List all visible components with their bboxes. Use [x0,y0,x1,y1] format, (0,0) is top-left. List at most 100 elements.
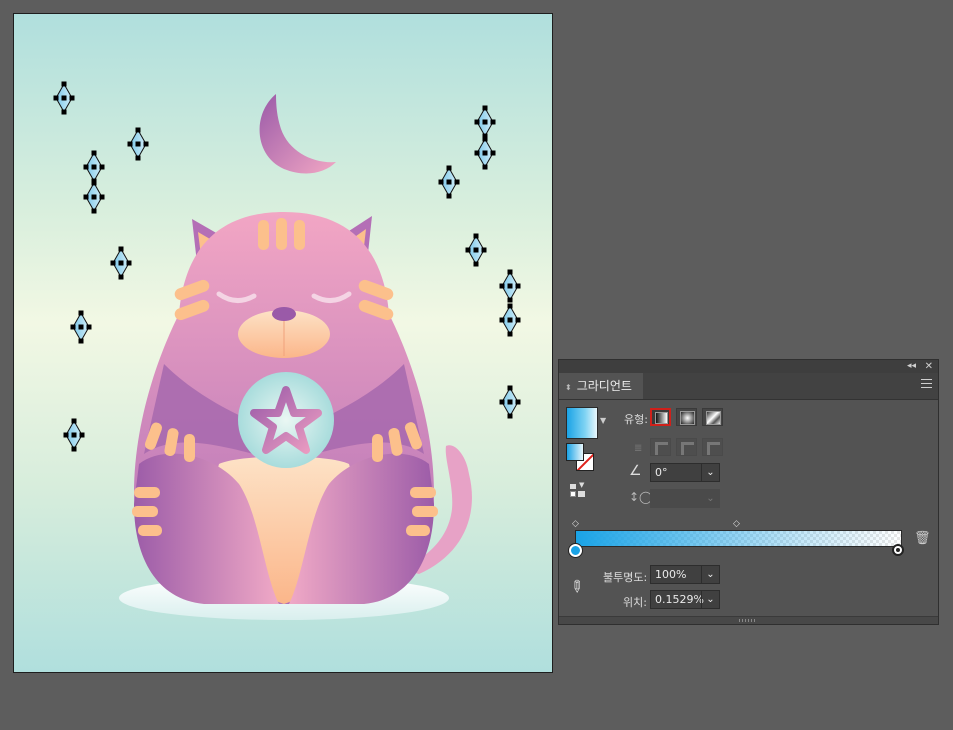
anchor-point-handle[interactable] [127,141,133,147]
panel-menu-icon[interactable] [921,379,932,388]
panel-title-bar[interactable]: ◂◂ ✕ [559,360,938,373]
anchor-point-handle[interactable] [446,165,452,171]
anchor-point-handle[interactable] [507,297,513,303]
swatch-dropdown-icon[interactable]: ▼ [600,416,606,425]
anchor-point-handle[interactable] [482,105,488,111]
anchor-point-handle[interactable] [473,261,479,267]
panel-resize-grip[interactable] [559,616,938,624]
stroke-across-icon[interactable] [702,438,723,456]
artboard[interactable] [13,13,553,673]
anchor-point-handle[interactable] [61,81,67,87]
linear-gradient-icon[interactable] [650,408,671,426]
anchor-point-handle[interactable] [515,283,521,289]
anchor-point-handle[interactable] [91,164,97,170]
opacity-field[interactable]: 100% ⌄ [650,565,720,584]
anchor-point-handle[interactable] [490,150,496,156]
anchor-point-handle[interactable] [83,194,89,200]
anchor-point-handle[interactable] [91,208,97,214]
anchor-point-handle[interactable] [507,303,513,309]
gradient-slider-bar[interactable] [575,530,902,547]
anchor-point-handle[interactable] [446,193,452,199]
anchor-point-handle[interactable] [79,432,85,438]
radial-gradient-icon[interactable] [676,408,697,426]
anchor-point-handle[interactable] [507,283,513,289]
anchor-point-handle[interactable] [78,338,84,344]
anchor-point-handle[interactable] [99,194,105,200]
anchor-point-handle[interactable] [481,247,487,253]
anchor-point-handle[interactable] [507,269,513,275]
anchor-point-handle[interactable] [515,399,521,405]
anchor-point-handle[interactable] [78,310,84,316]
anchor-point-handle[interactable] [499,317,505,323]
anchor-point-handle[interactable] [83,164,89,170]
anchor-point-handle[interactable] [118,246,124,252]
freeform-gradient-icon[interactable] [702,408,723,426]
anchor-point-handle[interactable] [465,247,471,253]
eyedropper-icon[interactable]: ✎ [565,575,588,598]
reverse-gradient-icon[interactable]: ▼ [570,481,586,498]
anchor-point-handle[interactable] [474,150,480,156]
anchor-point-handle[interactable] [438,179,444,185]
midpoint-diamond[interactable]: ◇ [733,519,740,529]
anchor-point-handle[interactable] [482,119,488,125]
anchor-point-handle[interactable] [507,413,513,419]
anchor-point-handle[interactable] [99,164,105,170]
anchor-point-handle[interactable] [118,260,124,266]
collapse-arrows-icon[interactable]: ◂◂ [907,360,916,373]
anchor-point-handle[interactable] [135,155,141,161]
anchor-point-handle[interactable] [482,136,488,142]
anchor-point-handle[interactable] [446,179,452,185]
aspect-ratio-field[interactable]: ⌄ [650,489,720,508]
chevron-down-icon[interactable]: ⌄ [701,464,719,481]
anchor-point-handle[interactable] [53,95,59,101]
anchor-point-handle[interactable] [91,180,97,186]
anchor-point-handle[interactable] [78,324,84,330]
anchor-point-handle[interactable] [143,141,149,147]
stroke-within-icon[interactable] [650,438,671,456]
anchor-point-handle[interactable] [118,274,124,280]
anchor-point-handle[interactable] [507,331,513,337]
anchor-point-handle[interactable] [71,432,77,438]
anchor-point-handle[interactable] [126,260,132,266]
anchor-point-handle[interactable] [507,399,513,405]
anchor-point-handle[interactable] [473,247,479,253]
anchor-point-handle[interactable] [490,119,496,125]
chevron-down-icon[interactable]: ⌄ [701,591,719,608]
anchor-point-handle[interactable] [91,150,97,156]
anchor-point-handle[interactable] [474,119,480,125]
anchor-point-handle[interactable] [63,432,69,438]
anchor-point-handle[interactable] [110,260,116,266]
anchor-point-handle[interactable] [499,283,505,289]
midpoint-diamond-left[interactable]: ◇ [572,519,579,529]
fill-stroke-icon[interactable] [566,443,594,471]
anchor-point-handle[interactable] [515,317,521,323]
tab-gradient[interactable]: ⬍ 그라디언트 [559,373,643,399]
anchor-point-handle[interactable] [61,109,67,115]
anchor-point-handle[interactable] [507,317,513,323]
anchor-point-handle[interactable] [86,324,92,330]
location-field[interactable]: 0.1529% ⌄ [650,590,720,609]
anchor-point-handle[interactable] [135,141,141,147]
anchor-point-handle[interactable] [454,179,460,185]
chevron-down-icon[interactable]: ⌄ [701,490,719,507]
anchor-point-handle[interactable] [71,446,77,452]
anchor-point-handle[interactable] [91,194,97,200]
stroke-along-icon[interactable] [676,438,697,456]
anchor-point-handle[interactable] [482,150,488,156]
anchor-point-handle[interactable] [499,399,505,405]
anchor-point-handle[interactable] [71,418,77,424]
anchor-point-handle[interactable] [61,95,67,101]
anchor-point-handle[interactable] [70,324,76,330]
angle-field[interactable]: 0° ⌄ [650,463,720,482]
gradient-stop-start[interactable] [569,544,582,557]
gradient-swatch-icon[interactable] [566,407,598,439]
anchor-point-handle[interactable] [507,385,513,391]
close-icon[interactable]: ✕ [925,360,933,373]
anchor-point-handle[interactable] [482,164,488,170]
anchor-point-handle[interactable] [69,95,75,101]
anchor-point-handle[interactable] [135,127,141,133]
chevron-down-icon[interactable]: ⌄ [701,566,719,583]
gradient-stop-end[interactable] [892,544,904,556]
trash-icon[interactable]: 🗑 [914,531,931,546]
anchor-point-handle[interactable] [473,233,479,239]
